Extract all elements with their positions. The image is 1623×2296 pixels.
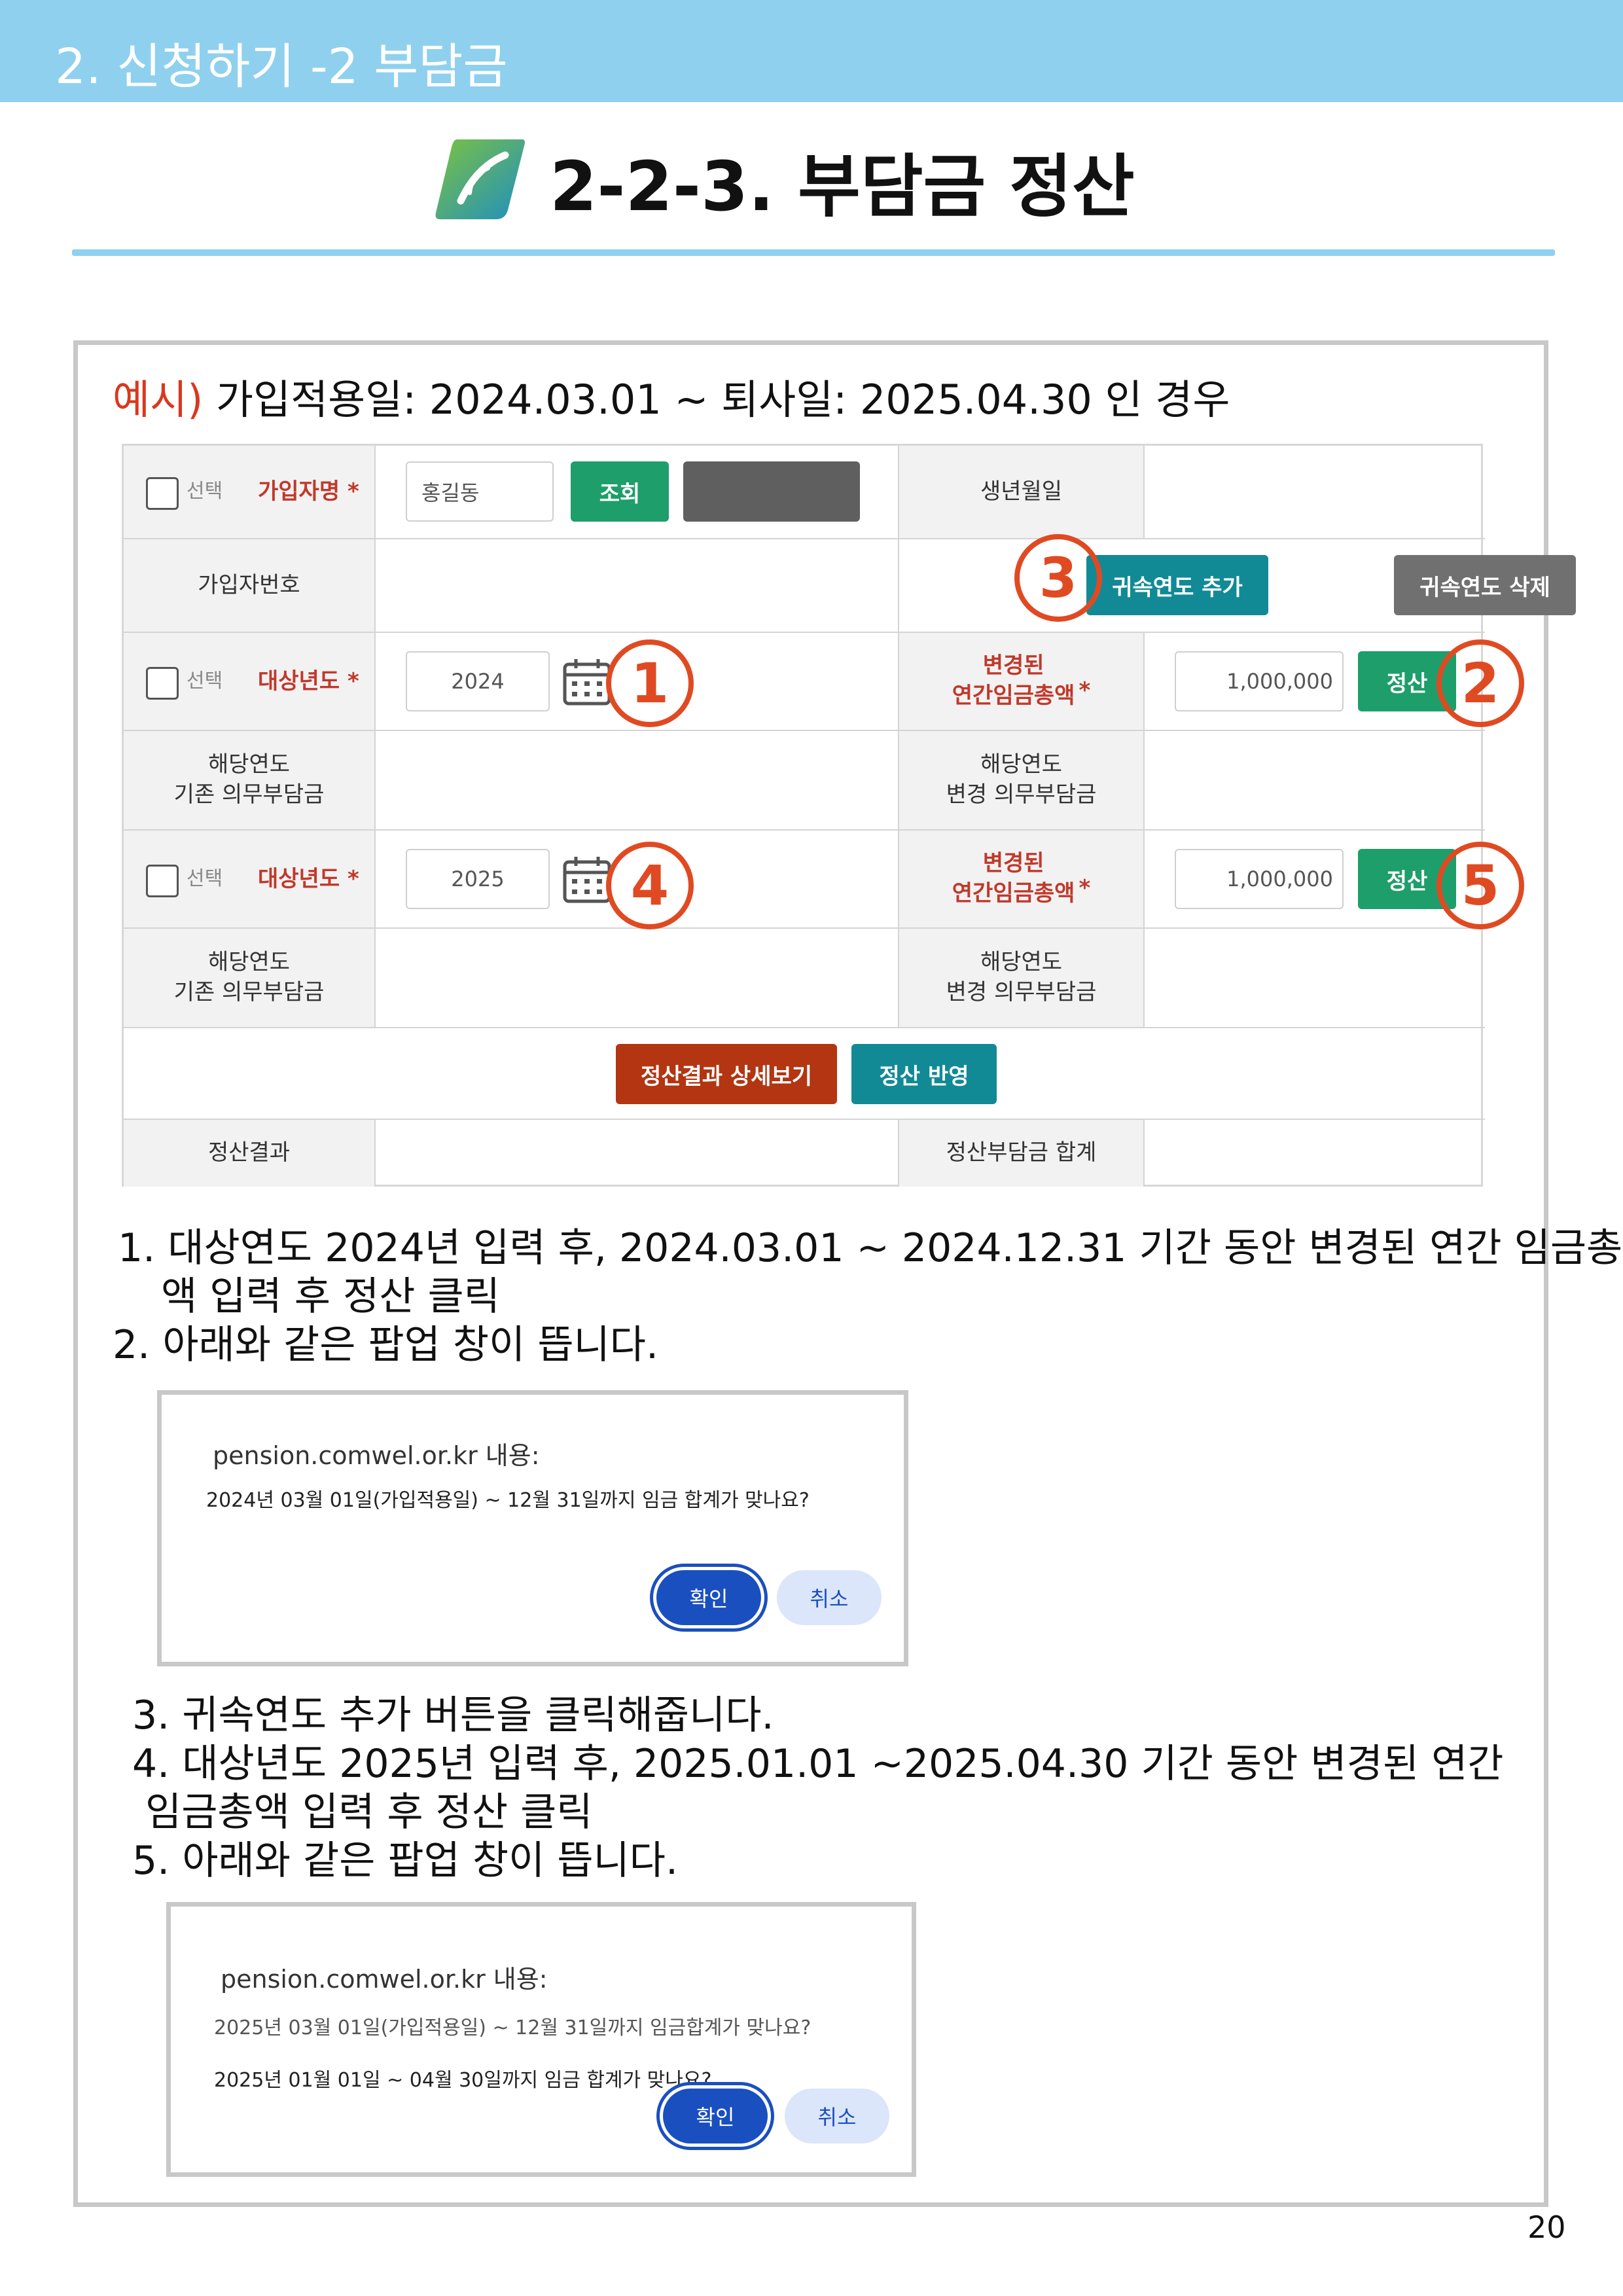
settlement-result-label: 정산결과: [124, 1120, 376, 1187]
changed-burden-value: [1145, 731, 1485, 831]
target-year-cell: 선택 대상년도 *: [124, 831, 376, 929]
dialog-host: pension.comwel.or.kr 내용:: [213, 1441, 540, 1470]
changed-wage-label: 변경된 연간임금총액 *: [899, 831, 1145, 929]
select-label: 선택: [187, 867, 223, 890]
dialog-host: pension.comwel.or.kr 내용:: [221, 1965, 548, 1994]
changed-wage-input-cell: 1,000,000 정산: [1145, 633, 1485, 731]
add-year-button[interactable]: 귀속연도 추가: [1086, 555, 1268, 615]
search-button[interactable]: 조회: [571, 461, 669, 522]
section-title: 2. 신청하기 -2 부담금: [55, 39, 508, 95]
page-title: 2-2-3. 부담금 정산: [550, 146, 1135, 226]
changed-wage-input[interactable]: 1,000,000: [1175, 651, 1344, 711]
target-year-cell: 선택 대상년도 *: [124, 633, 376, 731]
select-label: 선택: [187, 480, 223, 503]
select-checkbox[interactable]: [146, 477, 179, 510]
subscriber-name-cell: 선택 가입자명 *: [124, 446, 376, 539]
dialog-message: 2024년 03월 01일(가입적용일) ~ 12월 31일까지 임금 합계가 …: [206, 1489, 810, 1512]
annotation-1: 1: [606, 639, 694, 727]
confirm-dialog: pension.comwel.or.kr 내용: 2024년 03월 01일(가…: [157, 1390, 908, 1666]
changed-wage-input-cell: 1,000,000 정산: [1145, 831, 1485, 929]
subscriber-name-input-cell: 홍길동 조회: [376, 446, 899, 539]
existing-burden-value: [376, 929, 899, 1028]
dialog-message: 2025년 01월 01일 ~ 04월 30일까지 임금 합계가 맞나요?: [214, 2069, 712, 2092]
year-action-cell: 귀속연도 추가 귀속연도 삭제: [899, 539, 1576, 633]
annotation-4: 4: [606, 842, 694, 929]
existing-burden-label: 해당연도 기존 의무부담금: [124, 929, 376, 1028]
page-number: 20: [1527, 2210, 1566, 2245]
example-text: 가입적용일: 2024.03.01 ~ 퇴사일: 2025.04.30 인 경우: [203, 376, 1230, 423]
ok-button[interactable]: 확인: [656, 1570, 761, 1625]
annotation-3: 3: [1014, 534, 1102, 622]
changed-wage-input[interactable]: 1,000,000: [1175, 849, 1344, 909]
ok-button[interactable]: 확인: [663, 2089, 768, 2144]
changed-wage-label: 변경된 연간임금총액 *: [899, 633, 1145, 731]
title-divider: [72, 249, 1555, 256]
subscriber-number-value: [376, 539, 899, 633]
target-year-label: 대상년도 *: [258, 668, 359, 694]
subscriber-name-label: 가입자명 *: [258, 478, 359, 505]
confirm-dialog: pension.comwel.or.kr 내용: 2025년 03월 01일(가…: [166, 1902, 916, 2177]
changed-burden-label: 해당연도 변경 의무부담금: [899, 929, 1145, 1028]
redacted-button: [683, 461, 860, 522]
example-line: 예시) 가입적용일: 2024.03.01 ~ 퇴사일: 2025.04.30 …: [113, 367, 1230, 425]
changed-burden-value: [1145, 929, 1485, 1028]
annotation-5: 5: [1436, 842, 1524, 929]
settlement-detail-button[interactable]: 정산결과 상세보기: [616, 1044, 837, 1104]
select-checkbox[interactable]: [146, 667, 179, 700]
existing-burden-label: 해당연도 기존 의무부담금: [124, 731, 376, 831]
select-checkbox[interactable]: [146, 865, 179, 897]
apply-settlement-button[interactable]: 정산 반영: [851, 1044, 997, 1104]
calendar-icon[interactable]: [562, 854, 613, 908]
target-year-label: 대상년도 *: [258, 866, 359, 892]
title-row: 2-2-3. 부담금 정산: [432, 131, 1135, 229]
birth-date-value: [1145, 446, 1485, 539]
cancel-button[interactable]: 취소: [777, 1570, 882, 1625]
annotation-2: 2: [1436, 639, 1524, 727]
step-5: 5. 아래와 같은 팝업 창이 뜹니다.: [132, 1838, 679, 1884]
birth-date-label: 생년월일: [899, 446, 1145, 539]
step-2: 2. 아래와 같은 팝업 창이 뜹니다.: [113, 1322, 659, 1368]
settlement-total-label: 정산부담금 합계: [899, 1120, 1145, 1187]
subscriber-name-input[interactable]: 홍길동: [406, 461, 554, 522]
settlement-total-value: [1145, 1120, 1485, 1187]
calendar-icon[interactable]: [562, 656, 613, 710]
subscriber-number-label: 가입자번호: [124, 539, 376, 633]
settlement-form: 선택 가입자명 * 홍길동 조회 생년월일 가입자번호 귀속연도 추가 귀속연도…: [122, 444, 1576, 1187]
leaf-logo-icon: [432, 133, 530, 227]
select-label: 선택: [187, 670, 223, 692]
cancel-button[interactable]: 취소: [785, 2089, 889, 2144]
changed-burden-label: 해당연도 변경 의무부담금: [899, 731, 1145, 831]
existing-burden-value: [376, 731, 899, 831]
target-year-input[interactable]: 2025: [406, 849, 550, 909]
settlement-result-value: [376, 1120, 899, 1187]
result-actions-row: 정산결과 상세보기 정산 반영: [124, 1028, 1485, 1120]
example-prefix: 예시): [113, 376, 204, 423]
target-year-input[interactable]: 2024: [406, 651, 550, 711]
delete-year-button[interactable]: 귀속연도 삭제: [1394, 555, 1576, 615]
dialog-old-message: 2025년 03월 01일(가입적용일) ~ 12월 31일까지 임금합계가 맞…: [214, 2017, 812, 2039]
